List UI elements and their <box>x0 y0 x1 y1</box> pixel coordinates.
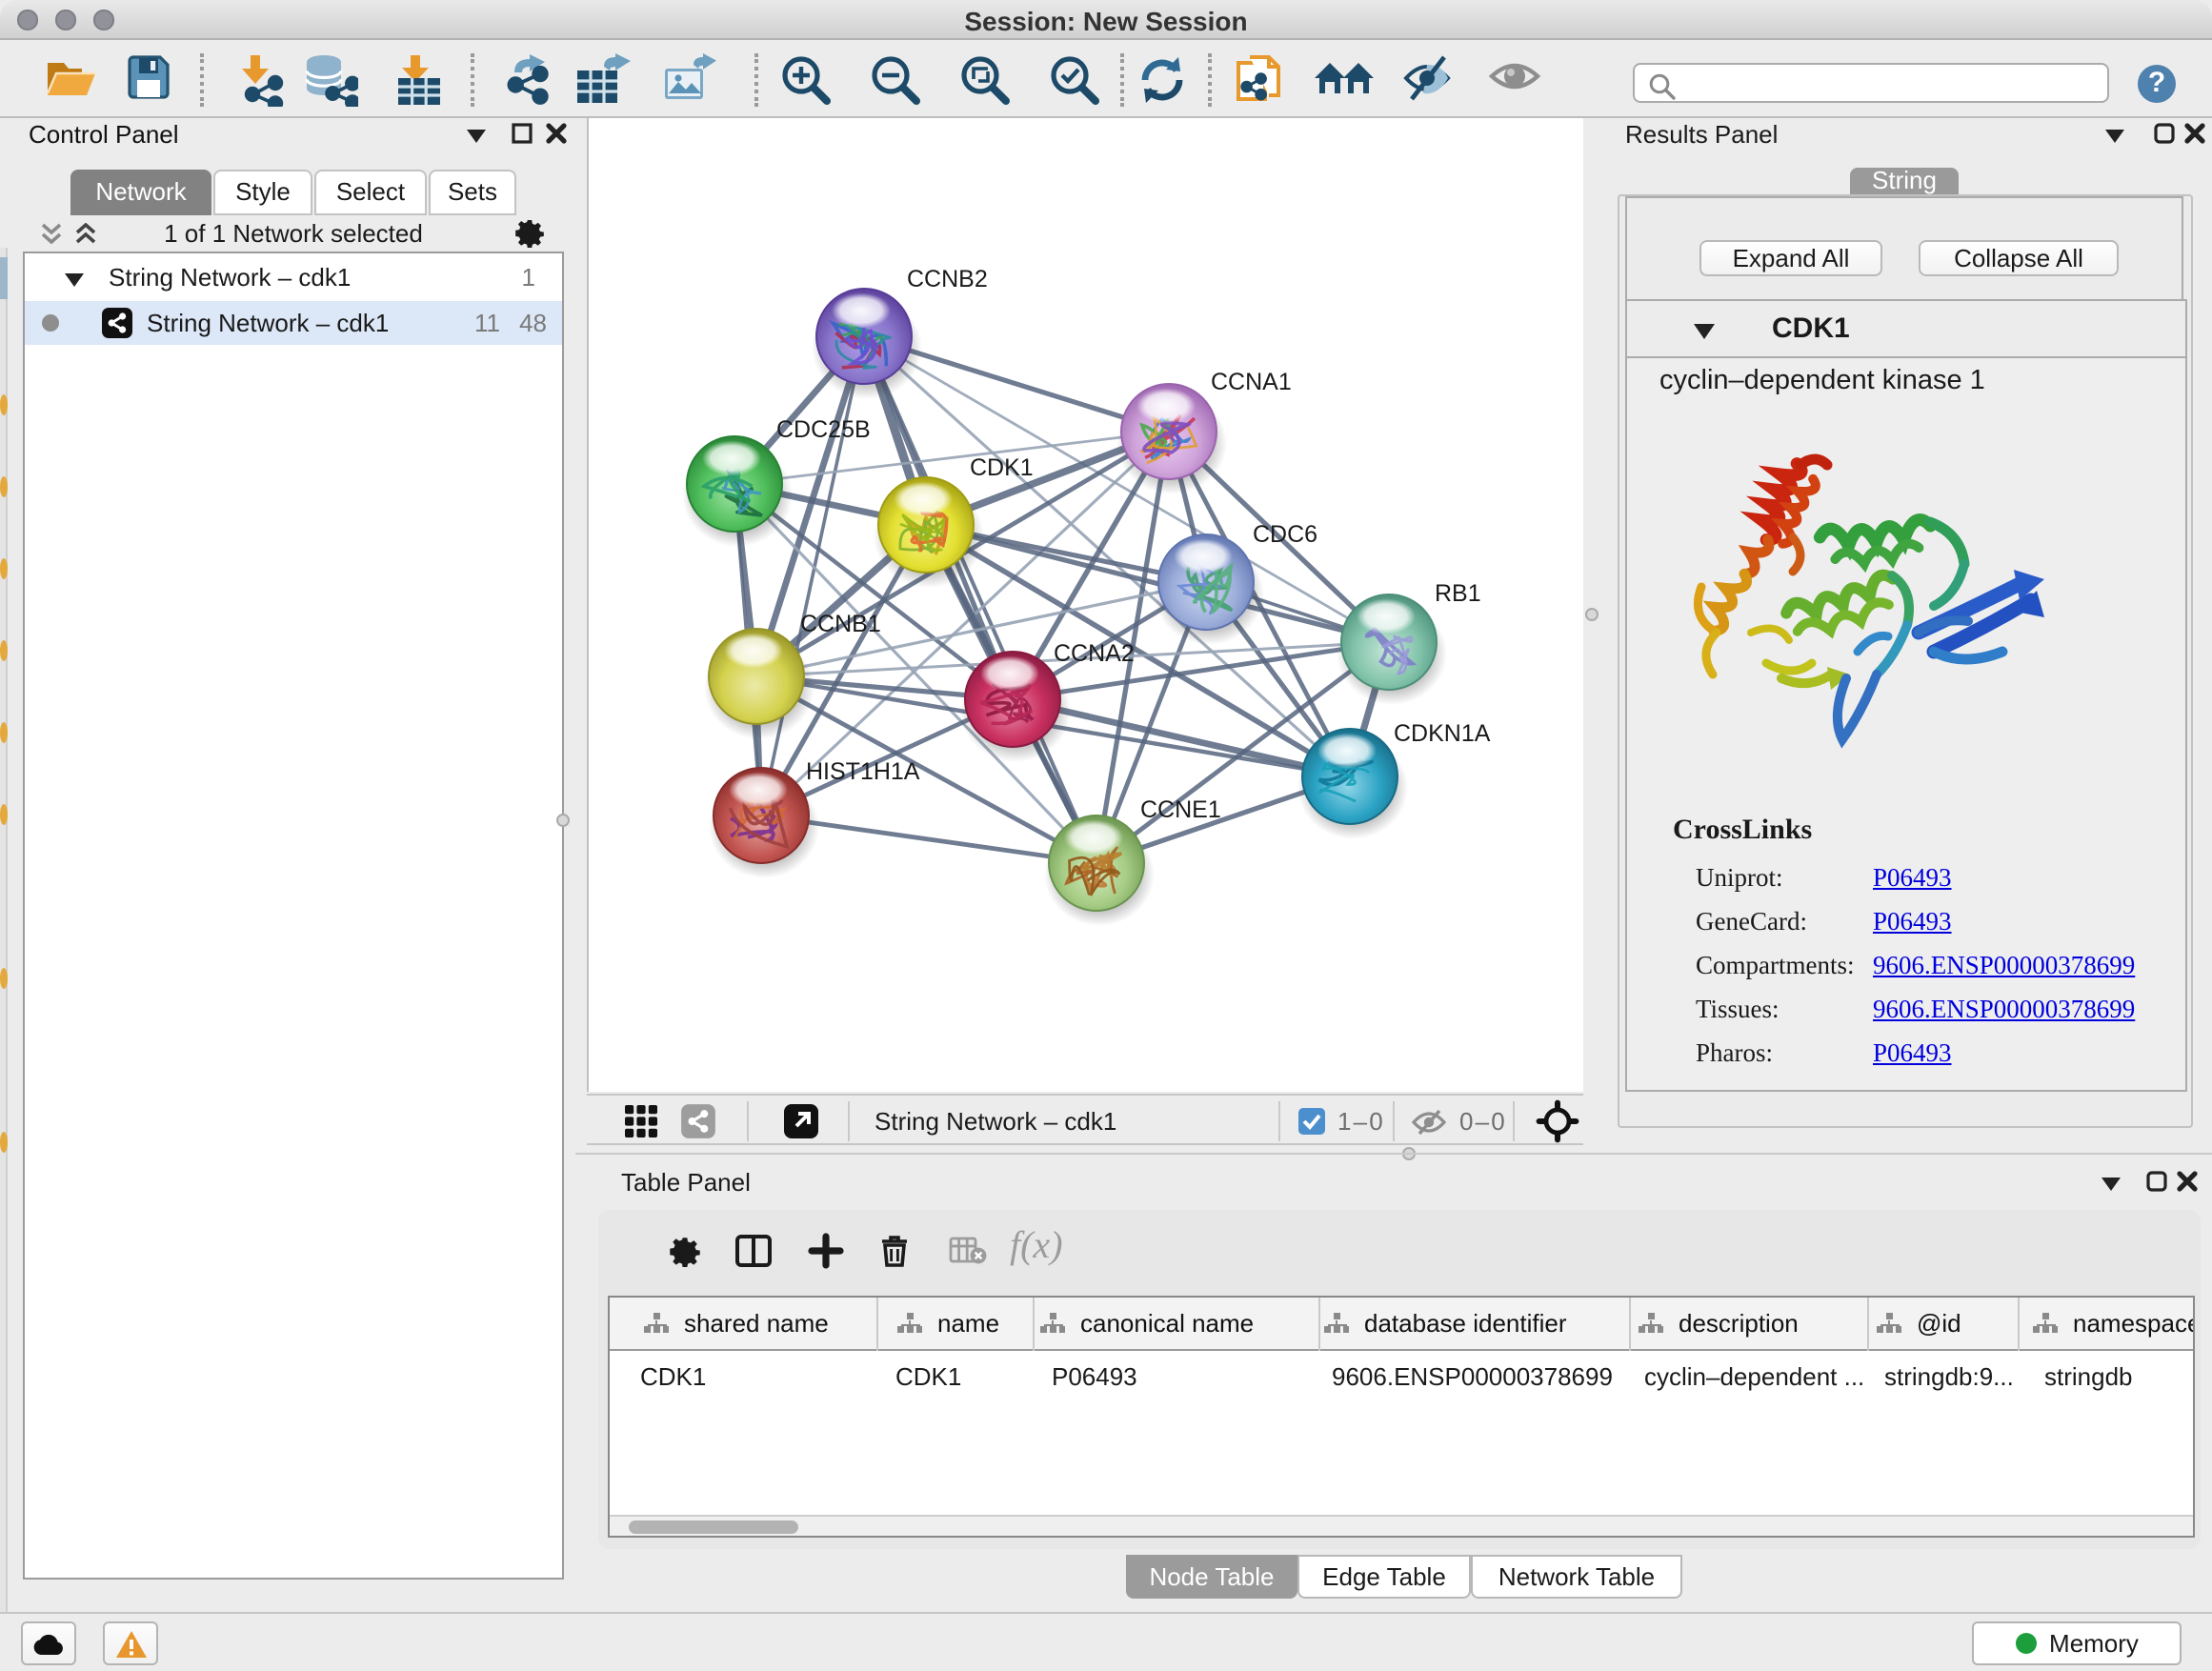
svg-text:CDK1: CDK1 <box>970 454 1034 481</box>
svg-text:CCNA2: CCNA2 <box>1054 640 1135 667</box>
svg-text:CDC6: CDC6 <box>1253 521 1317 548</box>
svg-text:CCNA1: CCNA1 <box>1211 369 1292 395</box>
svg-text:CDC25B: CDC25B <box>776 416 871 443</box>
svg-text:CDKN1A: CDKN1A <box>1394 720 1491 747</box>
svg-text:CCNE1: CCNE1 <box>1140 796 1221 823</box>
svg-text:CCNB2: CCNB2 <box>907 266 988 292</box>
svg-text:HIST1H1A: HIST1H1A <box>806 758 920 785</box>
svg-text:CCNB1: CCNB1 <box>800 611 881 637</box>
svg-text:RB1: RB1 <box>1435 580 1481 607</box>
